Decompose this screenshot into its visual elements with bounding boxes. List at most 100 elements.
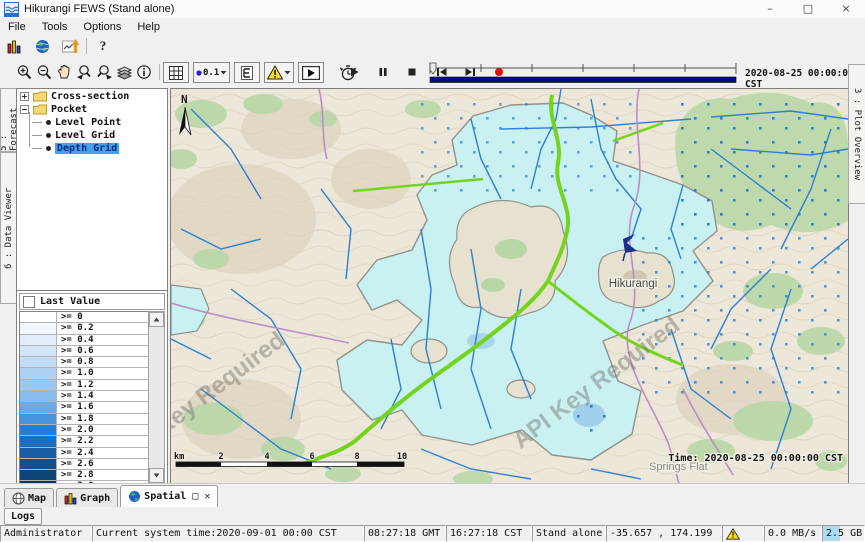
tab-graph[interactable]: Graph: [56, 488, 118, 507]
tree-label: Pocket: [51, 104, 87, 115]
warning-dropdown[interactable]: [264, 62, 294, 83]
scroll-down-icon[interactable]: [149, 468, 164, 483]
legend-swatch: [20, 391, 57, 401]
legend-row: >= 1.8: [20, 414, 149, 425]
wire-globe-icon: [12, 492, 25, 505]
tab-map[interactable]: Map: [4, 488, 54, 507]
legend-label: >= 0.8: [57, 357, 94, 367]
zoom-out-icon[interactable]: [34, 62, 54, 82]
timeline-datetime: 2020-08-25 00:00:00 CST: [745, 68, 865, 90]
minimize-button[interactable]: –: [751, 0, 789, 18]
toolbar-map: 0.1: [0, 57, 865, 88]
status-memory: 2.5 GB: [822, 525, 865, 542]
menu-help[interactable]: Help: [129, 21, 168, 33]
legend-swatch: [20, 380, 57, 390]
map-panel[interactable]: API Key Required API Key Required N Hiku…: [170, 88, 849, 485]
collapse-icon[interactable]: [20, 105, 29, 114]
legend-swatch: [20, 459, 57, 469]
island: [449, 200, 567, 317]
tree-node-depth-grid[interactable]: Depth Grid: [44, 142, 167, 154]
svg-text:4: 4: [264, 452, 269, 462]
legend-swatch: [20, 312, 57, 322]
grid-icon[interactable]: [163, 62, 189, 83]
logs-row: Logs: [0, 507, 865, 525]
last-value-checkbox[interactable]: [23, 296, 35, 308]
status-bar: Administrator Current system time:2020-0…: [0, 525, 865, 542]
legend-row: >= 2.4: [20, 448, 149, 459]
panel-restore-icon[interactable]: □: [192, 491, 198, 502]
status-warning[interactable]: [722, 525, 764, 542]
title-bar: Hikurangi FEWS (Stand alone) – □ ×: [0, 0, 865, 19]
legend-label: >= 1.6: [57, 402, 94, 412]
scroll-up-icon[interactable]: [149, 312, 164, 327]
label-toggle-icon[interactable]: [234, 62, 260, 83]
tab-data-viewer[interactable]: 6 : Data Viewer: [0, 152, 17, 304]
legend-swatch: [20, 436, 57, 446]
tree-label: Cross-section: [51, 91, 129, 102]
status-coordinates: -35.657 , 174.199: [606, 525, 722, 542]
svg-text:6: 6: [309, 452, 314, 462]
zoom-previous-icon[interactable]: [74, 62, 94, 82]
tree-node-level-point[interactable]: Level Point: [44, 116, 167, 128]
svg-text:km: km: [174, 452, 184, 462]
legend-label: >= 0: [57, 312, 83, 322]
zoom-next-icon[interactable]: [94, 62, 114, 82]
svg-text:2: 2: [218, 452, 223, 462]
folder-icon: [33, 91, 47, 102]
status-gmt-time: 08:27:18 GMT: [364, 525, 446, 542]
legend-row: >= 2.0: [20, 425, 149, 436]
expand-icon[interactable]: [20, 92, 29, 101]
tree-label: Level Point: [55, 117, 121, 128]
tree-label-selected: Depth Grid: [55, 143, 119, 154]
bar-chart-icon[interactable]: [4, 36, 24, 56]
legend-row: >= 1.6: [20, 402, 149, 413]
interval-dropdown[interactable]: 0.1: [193, 62, 230, 83]
time-slider[interactable]: [427, 61, 739, 85]
logs-button[interactable]: Logs: [4, 508, 42, 525]
tab-plot-overview[interactable]: 3 : Plot Overview: [848, 64, 865, 204]
tree-node-pocket[interactable]: Pocket: [20, 103, 167, 115]
legend-label: >= 2.8: [57, 470, 94, 480]
legend-label: >= 1.0: [57, 368, 94, 378]
legend-row: >= 2.8: [20, 470, 149, 481]
tree-node-cross-section[interactable]: Cross-section: [20, 90, 167, 102]
close-button[interactable]: ×: [827, 0, 865, 18]
menu-options[interactable]: Options: [75, 21, 129, 33]
movie-play-icon[interactable]: [298, 62, 324, 83]
warning-icon: [726, 528, 740, 540]
graph-icon: [64, 492, 77, 505]
legend-swatch: [20, 335, 57, 345]
legend-scrollbar[interactable]: [148, 311, 165, 484]
menu-tools[interactable]: Tools: [34, 21, 76, 33]
map-canvas[interactable]: API Key Required API Key Required N Hiku…: [171, 89, 848, 484]
layers-tree-panel: Cross-section Pocket Level Point Level G…: [16, 88, 168, 292]
pause-button[interactable]: [373, 62, 393, 82]
play-button[interactable]: [344, 62, 364, 82]
zoom-in-icon[interactable]: [14, 62, 34, 82]
maximize-button[interactable]: □: [789, 0, 827, 18]
tab-spatial-label: Spatial: [144, 491, 186, 502]
tab-forecast[interactable]: 5 : Forecast: [0, 88, 17, 152]
legend-panel: Last Value >= 0 >= 0.2 >= 0.4 >= 0.6 >= …: [16, 290, 168, 485]
help-icon[interactable]: ?: [93, 36, 113, 56]
tab-graph-label: Graph: [80, 493, 110, 504]
info-icon[interactable]: [134, 62, 154, 82]
chart-up-arrow-icon[interactable]: [60, 36, 80, 56]
stop-button[interactable]: [402, 62, 422, 82]
status-transfer-rate: 0.0 MB/s: [764, 525, 822, 542]
legend-label: >= 0.6: [57, 346, 94, 356]
legend-row: >= 1.4: [20, 391, 149, 402]
legend-label: >= 0.4: [57, 335, 94, 345]
pan-hand-icon[interactable]: [54, 62, 74, 82]
legend-swatch: [20, 402, 57, 412]
tree-node-level-grid[interactable]: Level Grid: [44, 129, 167, 141]
legend-row: >= 2.6: [20, 459, 149, 470]
folder-open-icon: [33, 104, 47, 115]
tab-spatial[interactable]: Spatial □ ✕: [120, 485, 218, 507]
toolbar-main: ?: [0, 35, 865, 58]
legend-swatch: [20, 414, 57, 424]
layers-icon[interactable]: [114, 62, 134, 82]
panel-close-icon[interactable]: ✕: [204, 491, 210, 502]
menu-file[interactable]: File: [0, 21, 34, 33]
globe-icon[interactable]: [32, 36, 52, 56]
